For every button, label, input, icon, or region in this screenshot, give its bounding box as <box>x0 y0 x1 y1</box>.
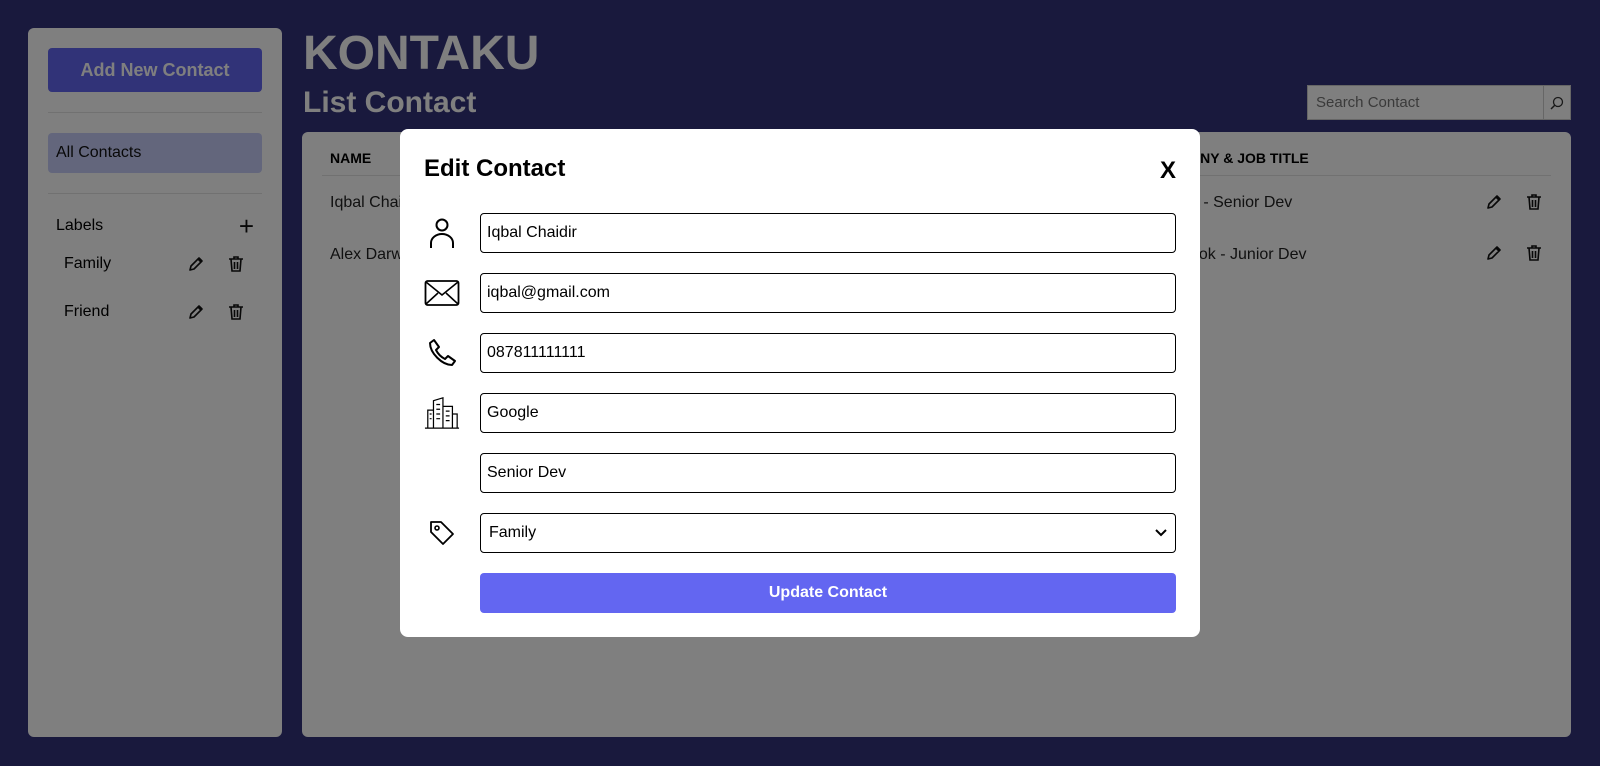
tag-icon <box>424 513 460 553</box>
close-button[interactable]: X <box>1160 157 1176 185</box>
phone-row <box>424 333 1176 373</box>
update-contact-button[interactable]: Update Contact <box>480 573 1176 613</box>
person-icon <box>424 213 460 253</box>
modal-title: Edit Contact <box>424 155 566 182</box>
name-field[interactable] <box>480 213 1176 253</box>
job-title-row <box>424 453 1176 493</box>
label-select-value: Family <box>489 524 537 541</box>
building-icon <box>424 393 460 433</box>
name-row <box>424 213 1176 253</box>
email-field[interactable] <box>480 273 1176 313</box>
company-row <box>424 393 1176 433</box>
company-field[interactable] <box>480 393 1176 433</box>
job-title-field[interactable] <box>480 453 1176 493</box>
envelope-icon <box>424 273 460 313</box>
phone-icon <box>424 333 460 373</box>
chevron-down-icon <box>1155 524 1167 542</box>
label-select[interactable]: Family <box>480 513 1176 553</box>
edit-contact-modal: Edit Contact X Family <box>400 129 1200 637</box>
phone-field[interactable] <box>480 333 1176 373</box>
email-row <box>424 273 1176 313</box>
label-row: Family <box>424 513 1176 553</box>
